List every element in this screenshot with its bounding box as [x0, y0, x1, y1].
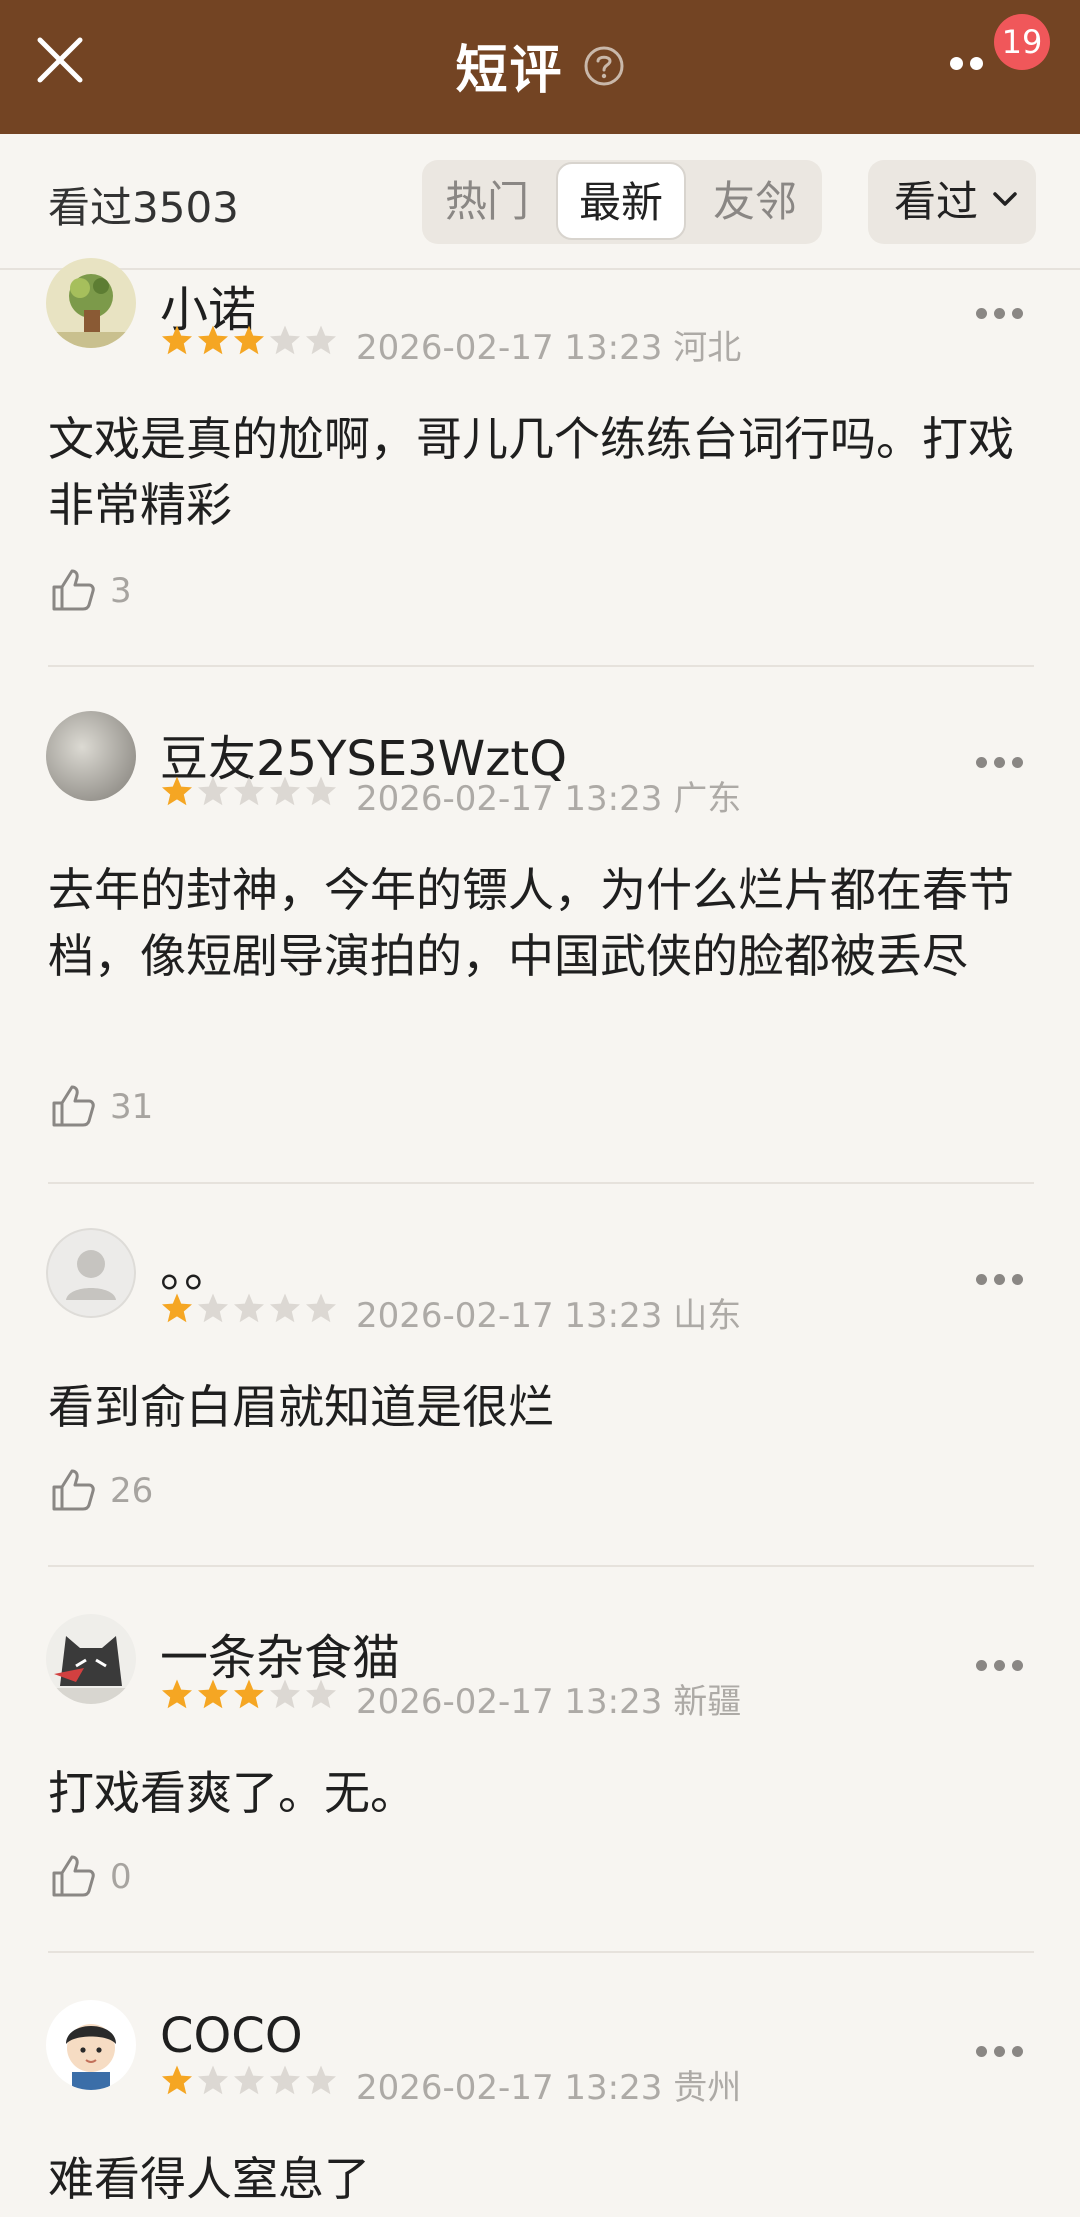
star-empty-icon: [270, 1293, 300, 1323]
avatar[interactable]: [46, 711, 136, 801]
review-content: 看到俞白眉就知道是很烂: [48, 1380, 554, 1434]
default-avatar-icon: [46, 1228, 136, 1318]
star-empty-icon: [270, 1679, 300, 1709]
review-meta: 2026-02-17 13:23 新疆: [356, 1682, 742, 1722]
star-filled-icon: [162, 325, 192, 355]
divider: [48, 1951, 1034, 1953]
more-dot: [950, 57, 963, 70]
sort-tabs: 热门 最新 友邻: [422, 160, 822, 244]
like-count: 0: [110, 1857, 132, 1897]
star-empty-icon: [234, 776, 264, 806]
review-more-button[interactable]: [976, 2044, 1026, 2060]
watched-count: 看过3503: [48, 183, 239, 232]
avatar[interactable]: [46, 2000, 136, 2090]
status-dropdown-label: 看过: [894, 177, 979, 226]
star-empty-icon: [198, 1293, 228, 1323]
star-filled-icon: [162, 2065, 192, 2095]
title-group: 短评: [0, 28, 1080, 101]
filter-bar: 看过3503 热门 最新 友邻 看过: [0, 134, 1080, 270]
like-count: 3: [110, 571, 132, 611]
review-meta: 2026-02-17 13:23 河北: [356, 328, 742, 368]
review-meta: 2026-02-17 13:23 贵州: [356, 2068, 742, 2108]
thumbs-up-icon: [52, 1469, 95, 1511]
star-empty-icon: [306, 1293, 336, 1323]
page-title: 短评: [455, 41, 564, 101]
star-empty-icon: [270, 776, 300, 806]
avatar[interactable]: [46, 1228, 136, 1318]
star-filled-icon: [162, 1679, 192, 1709]
divider: [48, 665, 1034, 667]
star-filled-icon: [198, 1679, 228, 1709]
tab-friends[interactable]: 友邻: [690, 160, 820, 244]
notification-badge: 19: [994, 14, 1050, 70]
avatar[interactable]: [46, 258, 136, 348]
more-dot: [970, 57, 983, 70]
review-content: 文戏是真的尬啊，哥儿几个练练台词行吗。打戏非常精彩: [48, 412, 1014, 532]
star-empty-icon: [234, 1293, 264, 1323]
divider: [48, 1182, 1034, 1184]
divider: [48, 1565, 1034, 1567]
star-empty-icon: [234, 2065, 264, 2095]
review-content: 去年的封神，今年的镖人，为什么烂片都在春节档，像短剧导演拍的，中国武侠的脸都被丢…: [48, 863, 1014, 983]
star-empty-icon: [270, 2065, 300, 2095]
star-empty-icon: [198, 776, 228, 806]
help-icon[interactable]: [583, 45, 625, 87]
chevron-down-icon: [993, 192, 1017, 206]
star-empty-icon: [306, 1679, 336, 1709]
star-empty-icon: [306, 776, 336, 806]
avatar[interactable]: [46, 1614, 136, 1704]
star-filled-icon: [234, 325, 264, 355]
thumbs-up-icon: [52, 569, 95, 611]
star-empty-icon: [306, 325, 336, 355]
avatar-image: [46, 258, 136, 348]
top-bar: 短评 19: [0, 0, 1080, 134]
review-more-button[interactable]: [976, 1272, 1026, 1288]
star-filled-icon: [234, 1679, 264, 1709]
like-count: 26: [110, 1471, 154, 1511]
review-meta: 2026-02-17 13:23 广东: [356, 779, 742, 819]
avatar-image: [46, 2000, 136, 2090]
review-more-button[interactable]: [976, 755, 1026, 771]
tab-hot[interactable]: 热门: [422, 160, 552, 244]
status-dropdown[interactable]: 看过: [868, 160, 1036, 244]
review-content: 难看得人窒息了: [48, 2152, 370, 2206]
star-filled-icon: [162, 776, 192, 806]
thumbs-up-icon: [52, 1085, 95, 1127]
review-content: 打戏看爽了。无。: [48, 1766, 416, 1820]
review-meta: 2026-02-17 13:23 山东: [356, 1296, 742, 1336]
star-empty-icon: [306, 2065, 336, 2095]
star-empty-icon: [270, 325, 300, 355]
avatar-image: [46, 711, 136, 801]
username[interactable]: 。。: [160, 1230, 232, 1300]
review-more-button[interactable]: [976, 306, 1026, 322]
star-filled-icon: [198, 325, 228, 355]
review-more-button[interactable]: [976, 1658, 1026, 1674]
avatar-image: [46, 1614, 136, 1704]
username[interactable]: COCO: [160, 2008, 303, 2064]
like-count: 31: [110, 1087, 154, 1127]
star-empty-icon: [198, 2065, 228, 2095]
star-filled-icon: [162, 1293, 192, 1323]
thumbs-up-icon: [52, 1855, 95, 1897]
tab-latest[interactable]: 最新: [556, 162, 686, 240]
